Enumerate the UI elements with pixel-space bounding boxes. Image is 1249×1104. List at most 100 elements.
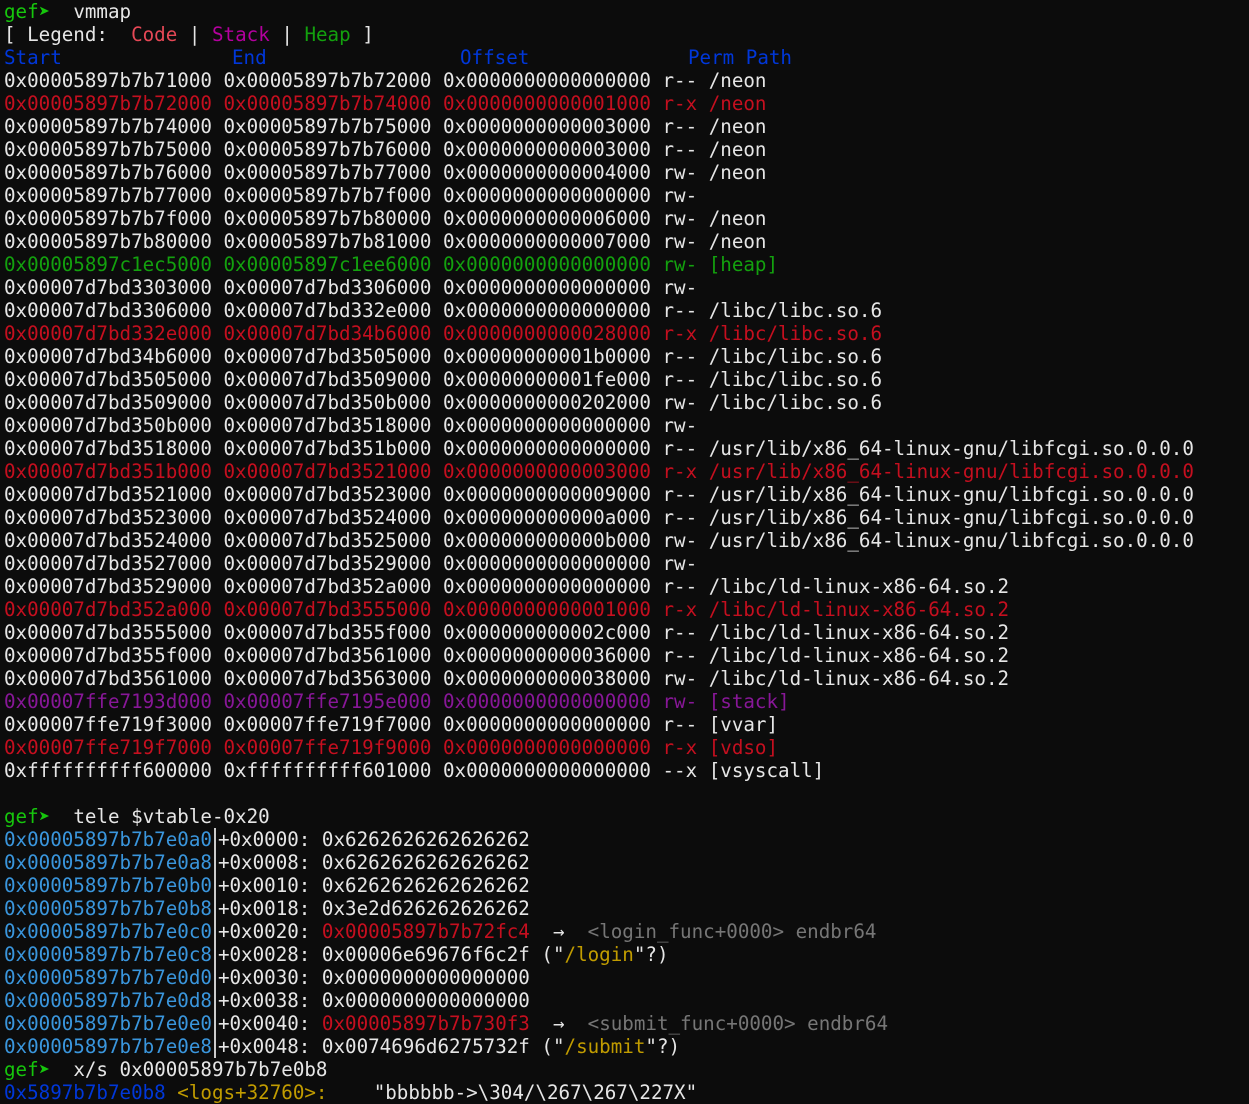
tele-value: 0x00005897b7b72fc4 xyxy=(321,920,530,943)
tele-value: 0x6262626262626262 xyxy=(321,851,530,874)
tele-offset: +0x0030: xyxy=(217,966,311,989)
vmmap-perm: rw- xyxy=(662,230,698,253)
vmmap-start: 0x00007d7bd34b6000 xyxy=(4,345,212,368)
vmmap-offset: 0x0000000000000000 xyxy=(443,690,651,713)
vmmap-row: 0x00007d7bd3561000 0x00007d7bd3563000 0x… xyxy=(4,667,1249,690)
tele-string: /submit xyxy=(564,1035,646,1058)
vmmap-row: 0x00007d7bd3509000 0x00007d7bd350b000 0x… xyxy=(4,391,1249,414)
vmmap-end: 0x00007d7bd351b000 xyxy=(223,437,432,460)
tele-address: 0x00005897b7b7e0b0 xyxy=(4,874,212,897)
vmmap-start: 0x00007d7bd3505000 xyxy=(4,368,212,391)
vmmap-path: [vvar] xyxy=(708,713,779,736)
vmmap-start: 0x00005897b7b74000 xyxy=(4,115,212,138)
vmmap-offset: 0x0000000000000000 xyxy=(443,184,651,207)
tele-instruction: endbr64 xyxy=(795,920,877,943)
tele-address: 0x00005897b7b7e0a8 xyxy=(4,851,212,874)
vmmap-start: 0x00007d7bd351b000 xyxy=(4,460,212,483)
tele-separator xyxy=(213,989,216,1012)
vmmap-offset: 0x0000000000003000 xyxy=(443,460,651,483)
vmmap-path: /libc/libc.so.6 xyxy=(708,391,882,414)
vmmap-row: 0x00005897b7b71000 0x00005897b7b72000 0x… xyxy=(4,69,1249,92)
vmmap-perm: rw- xyxy=(662,391,698,414)
vmmap-end: 0x00007d7bd3306000 xyxy=(223,276,432,299)
vmmap-start: 0x00007d7bd350b000 xyxy=(4,414,212,437)
vmmap-perm: r-x xyxy=(662,598,698,621)
vmmap-end: 0x00007d7bd3518000 xyxy=(223,414,432,437)
xs-result-line: 0x5897b7b7e0b8 <logs+32760>: "bbbbbb->\3… xyxy=(4,1081,1249,1104)
tele-string: /login xyxy=(564,943,634,966)
string-suffix: "?) xyxy=(645,1035,681,1058)
header-offset: Offset xyxy=(460,46,530,69)
vmmap-end: 0x00007d7bd3555000 xyxy=(223,598,432,621)
vmmap-end: 0x00005897b7b80000 xyxy=(223,207,432,230)
string-suffix: "?) xyxy=(633,943,669,966)
command-text: tele $vtable-0x20 xyxy=(73,805,270,828)
legend-line: [ Legend: Code | Stack | Heap ] xyxy=(4,23,1249,46)
vmmap-perm: rw- xyxy=(662,552,698,575)
arrow-right-icon: → xyxy=(552,920,565,943)
vmmap-row: 0x00007d7bd3518000 0x00007d7bd351b000 0x… xyxy=(4,437,1249,460)
vmmap-command-line: gef➤ vmmap xyxy=(4,0,1249,23)
telescope-row: 0x00005897b7b7e0c0 +0x0020: 0x00005897b7b… xyxy=(4,920,1249,943)
vmmap-row: 0x00007d7bd352a000 0x00007d7bd3555000 0x… xyxy=(4,598,1249,621)
vmmap-end: 0x00005897b7b72000 xyxy=(223,69,432,92)
vmmap-offset: 0x000000000000b000 xyxy=(443,529,651,552)
legend-heap: Heap xyxy=(304,23,351,46)
vmmap-perm: rw- xyxy=(662,161,698,184)
vmmap-path: /neon xyxy=(708,69,767,92)
vmmap-start: 0x00005897b7b72000 xyxy=(4,92,212,115)
vmmap-perm: r-- xyxy=(662,299,698,322)
vmmap-offset: 0x0000000000000000 xyxy=(443,437,651,460)
vmmap-row: 0x00007d7bd3555000 0x00007d7bd355f000 0x… xyxy=(4,621,1249,644)
tele-address: 0x00005897b7b7e0d0 xyxy=(4,966,212,989)
vmmap-offset: 0x0000000000001000 xyxy=(443,598,651,621)
vmmap-row: 0x00007d7bd3521000 0x00007d7bd3523000 0x… xyxy=(4,483,1249,506)
vmmap-path: /neon xyxy=(708,207,767,230)
vmmap-perm: r-- xyxy=(662,621,698,644)
vmmap-end: 0x00007d7bd3505000 xyxy=(223,345,432,368)
vmmap-offset: 0x0000000000003000 xyxy=(443,138,651,161)
tele-value: 0x6262626262626262 xyxy=(321,874,530,897)
vmmap-row: 0x00007d7bd3505000 0x00007d7bd3509000 0x… xyxy=(4,368,1249,391)
xs-command-line: gef➤ x/s 0x00005897b7b7e0b8 xyxy=(4,1058,1249,1081)
vmmap-row: 0x00005897b7b72000 0x00005897b7b74000 0x… xyxy=(4,92,1249,115)
vmmap-start: 0x00007d7bd3529000 xyxy=(4,575,212,598)
vmmap-end: 0x00007ffe719f9000 xyxy=(223,736,432,759)
legend-sep: | xyxy=(188,23,201,46)
vmmap-path: [vdso] xyxy=(708,736,779,759)
tele-offset: +0x0020: xyxy=(217,920,311,943)
vmmap-perm: --x xyxy=(662,759,698,782)
tele-value: 0x00006e69676f6c2f xyxy=(321,943,530,966)
vmmap-end: 0x00007ffe719f7000 xyxy=(223,713,432,736)
vmmap-start: 0x00007d7bd3527000 xyxy=(4,552,212,575)
vmmap-offset: 0x0000000000036000 xyxy=(443,644,651,667)
vmmap-offset: 0x0000000000004000 xyxy=(443,161,651,184)
tele-address: 0x00005897b7b7e0e8 xyxy=(4,1035,212,1058)
vmmap-row: 0x00005897b7b76000 0x00005897b7b77000 0x… xyxy=(4,161,1249,184)
vmmap-start: 0x00007d7bd3518000 xyxy=(4,437,212,460)
vmmap-end: 0x00007d7bd3561000 xyxy=(223,644,432,667)
vmmap-path: /libc/ld-linux-x86-64.so.2 xyxy=(708,644,1010,667)
vmmap-start: 0x00005897b7b77000 xyxy=(4,184,212,207)
vmmap-path: /libc/libc.so.6 xyxy=(708,299,882,322)
tele-address: 0x00005897b7b7e0e0 xyxy=(4,1012,212,1035)
command-text: x/s 0x00005897b7b7e0b8 xyxy=(73,1058,328,1081)
vmmap-start: 0x00007ffe719f3000 xyxy=(4,713,212,736)
vmmap-offset: 0x0000000000038000 xyxy=(443,667,651,690)
tele-offset: +0x0038: xyxy=(217,989,311,1012)
header-path: Path xyxy=(745,46,792,69)
vmmap-end: 0x00005897b7b74000 xyxy=(223,92,432,115)
tele-separator xyxy=(213,897,216,920)
vmmap-path: /neon xyxy=(708,92,767,115)
vmmap-start: 0x00005897b7b75000 xyxy=(4,138,212,161)
vmmap-perm: r-- xyxy=(662,575,698,598)
tele-value: 0x0000000000000000 xyxy=(321,966,530,989)
vmmap-row: 0x00005897c1ec5000 0x00005897c1ee6000 0x… xyxy=(4,253,1249,276)
vmmap-end: 0x00007d7bd34b6000 xyxy=(223,322,432,345)
vmmap-row: 0x00007d7bd3524000 0x00007d7bd3525000 0x… xyxy=(4,529,1249,552)
vmmap-start: 0x00007d7bd3561000 xyxy=(4,667,212,690)
vmmap-start: 0x00005897b7b80000 xyxy=(4,230,212,253)
vmmap-row: 0x00007d7bd351b000 0x00007d7bd3521000 0x… xyxy=(4,460,1249,483)
vmmap-offset: 0x0000000000000000 xyxy=(443,69,651,92)
